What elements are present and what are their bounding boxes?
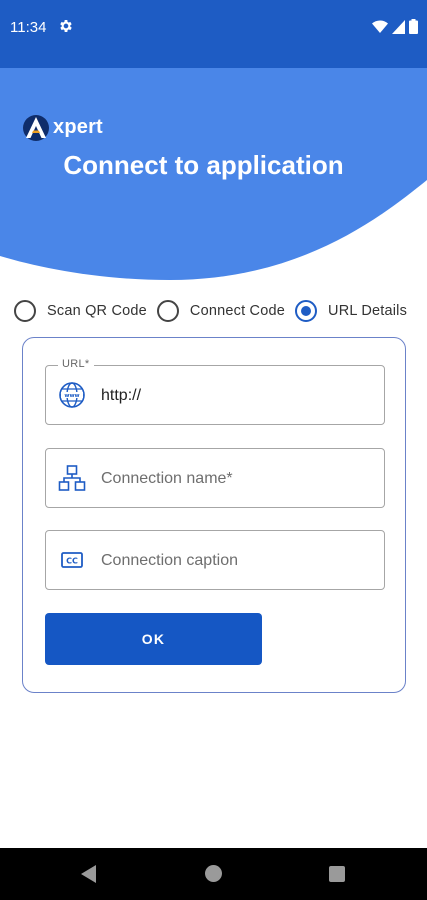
recents-icon[interactable]	[329, 866, 345, 882]
radio-label: Connect Code	[189, 303, 286, 319]
logo-text: xpert	[53, 115, 103, 138]
wifi-icon	[372, 19, 388, 33]
connection-type-radio-group: Scan QR Code Connect Code URL Details	[14, 300, 417, 322]
url-field[interactable]: URL* www	[45, 358, 385, 425]
back-icon[interactable]	[81, 865, 97, 883]
connection-name-field[interactable]	[45, 448, 385, 508]
app-logo: xpert	[22, 112, 103, 142]
connection-name-input[interactable]	[101, 466, 371, 492]
url-details-card: URL* www CC OK	[22, 337, 406, 693]
status-bar: 11:34	[0, 0, 427, 68]
page-title: Connect to application	[63, 150, 344, 180]
connection-caption-field[interactable]: CC	[45, 530, 385, 590]
radio-url-details[interactable]: URL Details	[295, 300, 407, 322]
caption-icon: CC	[61, 552, 83, 568]
radio-label: Scan QR Code	[47, 303, 147, 319]
home-icon[interactable]	[205, 865, 222, 882]
url-input[interactable]	[101, 383, 371, 409]
radio-button-selected[interactable]	[295, 300, 318, 322]
globe-icon: www	[59, 382, 85, 408]
system-nav-bar	[0, 848, 427, 900]
signal-icon	[392, 19, 405, 34]
connection-caption-input[interactable]	[101, 548, 371, 574]
svg-text:CC: CC	[66, 557, 78, 566]
ok-button[interactable]: OK	[45, 613, 262, 665]
status-time: 11:34	[10, 19, 47, 36]
axpert-logo-icon	[23, 115, 49, 141]
status-icons	[372, 19, 418, 34]
settings-gear-icon	[60, 20, 72, 32]
svg-text:www: www	[64, 393, 79, 399]
radio-button[interactable]	[14, 300, 36, 322]
radio-connect-code[interactable]: Connect Code	[156, 300, 286, 322]
radio-scan-qr-code[interactable]: Scan QR Code	[14, 300, 147, 322]
url-field-label: URL*	[58, 358, 94, 370]
radio-button[interactable]	[156, 300, 179, 322]
battery-icon	[409, 19, 418, 34]
network-icon	[58, 465, 86, 491]
radio-label: URL Details	[328, 303, 408, 319]
